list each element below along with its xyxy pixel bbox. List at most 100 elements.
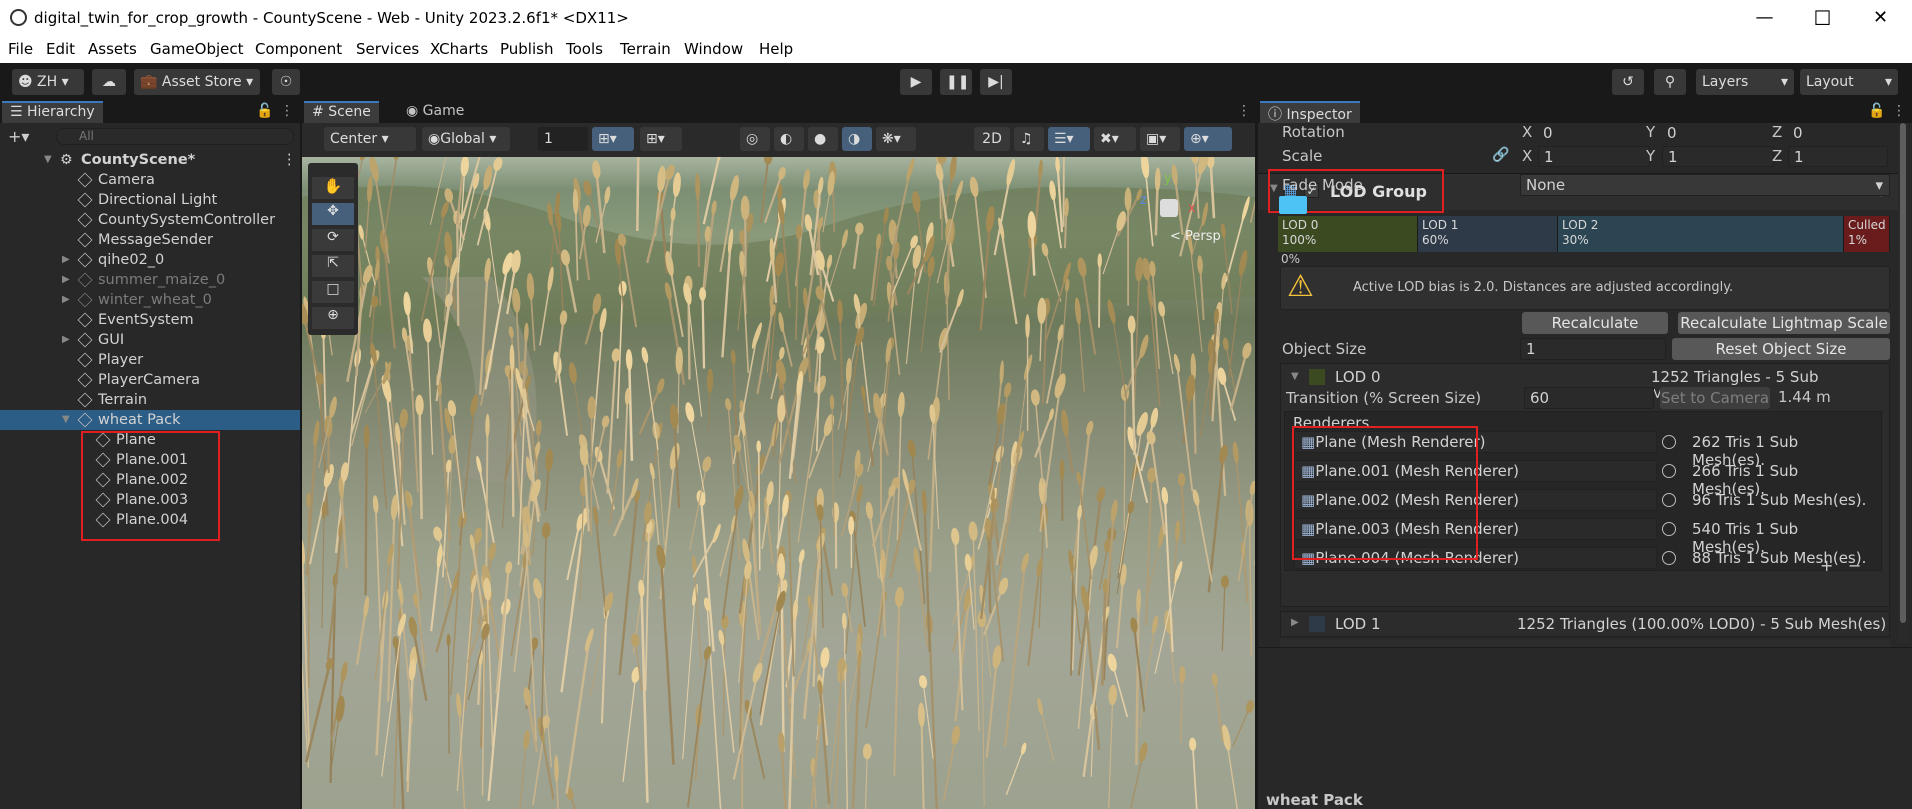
remove-renderer-icon[interactable]: − (1848, 556, 1861, 575)
grid-size-input[interactable]: 1 (538, 127, 588, 151)
object-picker-icon[interactable] (1662, 551, 1676, 565)
hierarchy-item[interactable]: PlayerCamera (0, 370, 300, 390)
object-picker-icon[interactable] (1662, 522, 1676, 536)
transition-field[interactable]: 60 (1524, 387, 1654, 409)
scene-root-row[interactable]: ▼ ⚙ CountyScene* ⋮ (0, 150, 300, 170)
draw-mode-shaded-wire-icon[interactable]: ◐ (774, 127, 804, 151)
lod1-foldout[interactable]: ▶ LOD 1 1252 Triangles (100.00% LOD0) - … (1280, 611, 1890, 637)
minimize-icon[interactable]: — (1737, 0, 1792, 36)
scene-more-icon[interactable]: ⋮ (282, 150, 297, 170)
hierarchy-item[interactable]: Player (0, 350, 300, 370)
constrain-proportions-icon[interactable]: 🔗 (1492, 147, 1509, 163)
menu-tools[interactable]: Tools (566, 40, 603, 58)
menu-gameobject[interactable]: GameObject (150, 40, 244, 58)
history-icon[interactable]: ↺ (1612, 69, 1644, 95)
menu-publish[interactable]: Publish (500, 40, 553, 58)
pivot-dropdown[interactable]: Center ▾ (324, 127, 416, 151)
hierarchy-item[interactable]: Directional Light (0, 190, 300, 210)
rotation-z-field[interactable]: 0 (1788, 123, 1888, 142)
maximize-icon[interactable]: ☐ (1795, 0, 1850, 36)
tab-game[interactable]: ◉ Game (406, 103, 464, 119)
lod-segment[interactable]: Culled 1% (1844, 216, 1890, 252)
menu-file[interactable]: File (8, 40, 33, 58)
hierarchy-search-input[interactable]: All (56, 128, 294, 145)
hierarchy-item[interactable]: ▶ GUI (0, 330, 300, 350)
play-icon[interactable]: ▶ (900, 69, 932, 95)
hierarchy-item[interactable]: EventSystem (0, 310, 300, 330)
menu-component[interactable]: Component (255, 40, 342, 58)
menu-xcharts[interactable]: XCharts (430, 40, 488, 58)
space-dropdown[interactable]: ◉Global ▾ (422, 127, 510, 151)
hierarchy-item[interactable]: ▶ summer_maize_0 (0, 270, 300, 290)
fade-mode-dropdown[interactable]: None ▾ (1520, 174, 1890, 196)
layout-dropdown[interactable]: Layout ▾ (1800, 69, 1898, 95)
inspector-scroll-thumb[interactable] (1900, 123, 1906, 623)
lock-icon[interactable]: 🔓 (256, 103, 273, 119)
gizmos-icon[interactable]: ⊕▾ (1184, 127, 1232, 151)
recalculate-bounds-button[interactable]: Recalculate Bounds (1522, 312, 1668, 354)
menu-assets[interactable]: Assets (88, 40, 137, 58)
rect-tool-icon[interactable]: □ (312, 281, 354, 303)
collab-icon[interactable]: ☉ (272, 69, 300, 95)
lod0-collapse-icon[interactable]: ▼ (1291, 371, 1299, 382)
set-to-camera-button[interactable]: Set to Camera (1660, 387, 1770, 409)
inspector-more-icon[interactable]: ⋮ (1892, 103, 1906, 119)
scene-more-icon[interactable]: ⋮ (1237, 103, 1251, 119)
rotation-x-field[interactable]: 0 (1538, 123, 1650, 142)
expand-arrow-icon[interactable]: ▶ (62, 270, 70, 290)
search-icon[interactable]: ⚲ (1654, 69, 1686, 95)
rotate-tool-icon[interactable]: ⟳ (312, 229, 354, 251)
camera-icon[interactable]: ▣▾ (1140, 127, 1180, 151)
tab-hierarchy[interactable]: ☰ Hierarchy (2, 101, 103, 123)
hand-tool-icon[interactable]: ✋ (312, 177, 354, 199)
object-picker-icon[interactable] (1662, 435, 1676, 449)
projection-label[interactable]: < Persp (1170, 229, 1221, 244)
object-picker-icon[interactable] (1662, 464, 1676, 478)
menu-window[interactable]: Window (684, 40, 743, 58)
account-dropdown[interactable]: ☻ ZH ▾ (12, 69, 84, 95)
object-picker-icon[interactable] (1662, 493, 1676, 507)
audio-icon[interactable]: ♫ (1014, 127, 1044, 151)
pause-icon[interactable]: ❚❚ (940, 69, 972, 95)
hierarchy-item[interactable]: MessageSender (0, 230, 300, 250)
object-size-field[interactable]: 1 (1520, 338, 1666, 360)
hierarchy-item[interactable]: ▼ wheat Pack (0, 410, 300, 430)
asset-store-button[interactable]: 💼 Asset Store ▾ (134, 69, 260, 95)
menu-services[interactable]: Services (356, 40, 419, 58)
lod-camera-icon[interactable] (1279, 196, 1307, 214)
draw-mode-shaded-icon[interactable]: ● (808, 127, 838, 151)
draw-mode-lit-icon[interactable]: ◑ (842, 127, 872, 151)
hierarchy-item[interactable]: ▶ qihe02_0 (0, 250, 300, 270)
effects-icon[interactable]: ☰▾ (1048, 127, 1090, 151)
expand-arrow-icon[interactable]: ▶ (62, 250, 70, 270)
add-renderer-icon[interactable]: + (1820, 556, 1833, 575)
hierarchy-item[interactable]: Camera (0, 170, 300, 190)
scale-y-field[interactable]: 1 (1662, 146, 1774, 167)
transform-tool-icon[interactable]: ⊕ (312, 307, 354, 329)
lod-segment[interactable]: LOD 1 60% (1418, 216, 1558, 252)
visibility-icon[interactable]: ✖▾ (1094, 127, 1136, 151)
menu-edit[interactable]: Edit (46, 40, 75, 58)
add-icon[interactable]: +▾ (8, 127, 29, 146)
rotation-y-field[interactable]: 0 (1662, 123, 1774, 142)
expand-arrow-icon[interactable]: ▼ (62, 410, 70, 430)
inspector-scrollbar[interactable] (1898, 123, 1908, 643)
expand-arrow-icon[interactable]: ▼ (44, 150, 52, 170)
scale-x-field[interactable]: 1 (1538, 146, 1650, 167)
more-icon[interactable]: ⋮ (280, 103, 294, 119)
hierarchy-item[interactable]: CountySystemController (0, 210, 300, 230)
hierarchy-item[interactable]: Terrain (0, 390, 300, 410)
increment-snap-icon[interactable]: ⊞▾ (640, 127, 682, 151)
debug-mode-icon[interactable]: ❋▾ (876, 127, 916, 151)
menu-help[interactable]: Help (759, 40, 793, 58)
expand-arrow-icon[interactable]: ▶ (62, 330, 70, 350)
lod-segment[interactable]: LOD 0 100% (1278, 216, 1418, 252)
scale-tool-icon[interactable]: ⇱ (312, 255, 354, 277)
toggle-2d-button[interactable]: 2D (974, 127, 1010, 151)
menu-terrain[interactable]: Terrain (620, 40, 671, 58)
tab-scene[interactable]: # Scene (304, 101, 379, 123)
move-tool-icon[interactable]: ✥ (312, 203, 354, 225)
hierarchy-item[interactable]: ▶ winter_wheat_0 (0, 290, 300, 310)
orientation-gizmo[interactable]: y z x (1140, 171, 1200, 231)
lod-segment[interactable]: LOD 2 30% (1558, 216, 1844, 252)
